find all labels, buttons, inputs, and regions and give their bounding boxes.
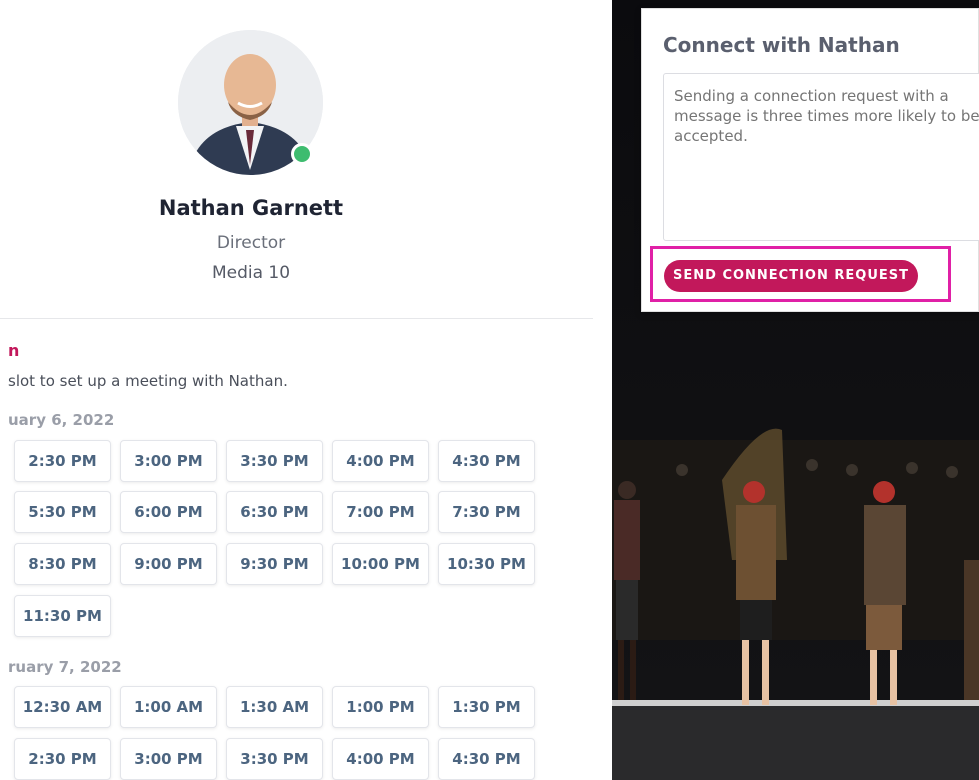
time-slot[interactable]: 2:30 PM: [14, 738, 111, 780]
time-slot[interactable]: 6:30 PM: [226, 491, 323, 533]
time-slot[interactable]: 10:30 PM: [438, 543, 535, 585]
date-label-day-1: uary 6, 2022: [8, 411, 115, 429]
time-slot[interactable]: 10:00 PM: [332, 543, 429, 585]
profile-job-title: Director: [216, 233, 286, 253]
schedule-description: slot to set up a meeting with Nathan.: [8, 372, 288, 390]
connect-popup-title: Connect with Nathan: [663, 33, 900, 57]
time-slot[interactable]: 3:00 PM: [120, 738, 217, 780]
send-connection-request-button[interactable]: SEND CONNECTION REQUEST: [664, 260, 918, 292]
section-divider: [0, 318, 593, 319]
time-slot[interactable]: 3:00 PM: [120, 440, 217, 482]
time-slot[interactable]: 7:00 PM: [332, 491, 429, 533]
time-slot[interactable]: 7:30 PM: [438, 491, 535, 533]
profile-company: Media 10: [211, 263, 291, 283]
time-slot[interactable]: 4:00 PM: [332, 738, 429, 780]
connection-message-input[interactable]: [663, 73, 979, 241]
time-slot[interactable]: 1:30 AM: [226, 686, 323, 728]
time-slot[interactable]: 6:00 PM: [120, 491, 217, 533]
time-slot[interactable]: 9:00 PM: [120, 543, 217, 585]
time-slot[interactable]: 8:30 PM: [14, 543, 111, 585]
schedule-heading: n: [8, 341, 20, 360]
time-slot[interactable]: 4:30 PM: [438, 440, 535, 482]
profile-name: Nathan Garnett: [158, 196, 344, 220]
date-label-day-2: ruary 7, 2022: [8, 658, 122, 676]
connect-popup: Connect with Nathan SEND CONNECTION REQU…: [641, 8, 979, 312]
time-slot[interactable]: 4:30 PM: [438, 738, 535, 780]
time-slot[interactable]: 11:30 PM: [14, 595, 111, 637]
avatar[interactable]: [178, 30, 323, 175]
time-slot[interactable]: 4:00 PM: [332, 440, 429, 482]
time-slot[interactable]: 12:30 AM: [14, 686, 111, 728]
time-slot[interactable]: 5:30 PM: [14, 491, 111, 533]
profile-panel: Nathan Garnett Director Media 10 n slot …: [0, 0, 612, 780]
time-slot[interactable]: 3:30 PM: [226, 738, 323, 780]
time-slot[interactable]: 1:00 PM: [332, 686, 429, 728]
online-status-indicator: [291, 143, 313, 165]
time-slot[interactable]: 9:30 PM: [226, 543, 323, 585]
time-slot[interactable]: 2:30 PM: [14, 440, 111, 482]
time-slot[interactable]: 1:30 PM: [438, 686, 535, 728]
time-slot[interactable]: 1:00 AM: [120, 686, 217, 728]
time-slot[interactable]: 3:30 PM: [226, 440, 323, 482]
